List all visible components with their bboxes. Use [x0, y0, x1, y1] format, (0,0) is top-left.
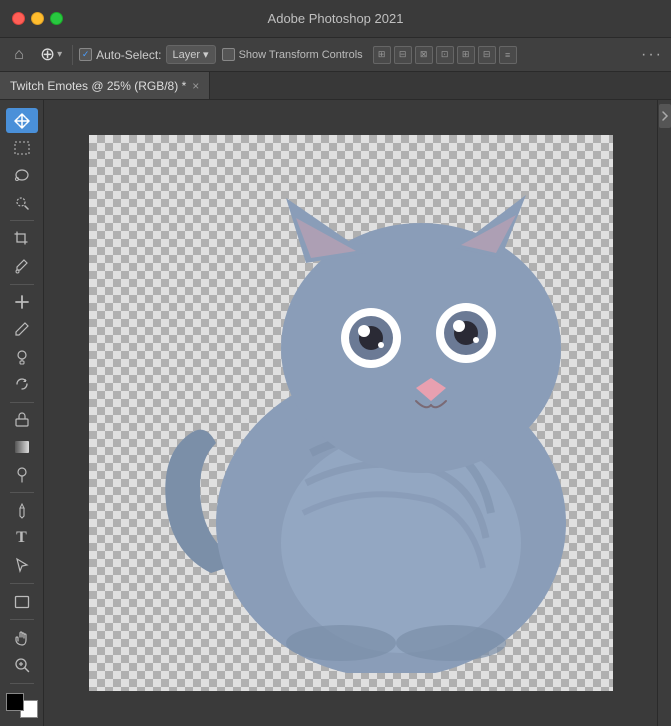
eraser-tool[interactable]: [6, 408, 38, 433]
maximize-button[interactable]: [50, 12, 63, 25]
align-right-icon[interactable]: ⊠: [415, 46, 433, 64]
document-tab[interactable]: Twitch Emotes @ 25% (RGB/8) * ×: [0, 72, 210, 99]
more-options-button[interactable]: ···: [641, 46, 663, 64]
quick-select-tool[interactable]: [6, 190, 38, 215]
close-tab-button[interactable]: ×: [192, 79, 199, 93]
canvas-area: [44, 100, 657, 726]
move-tool-icon: ⊕ ▾: [36, 42, 66, 67]
zoom-tool[interactable]: [6, 653, 38, 678]
transform-controls-group: Show Transform Controls: [222, 48, 363, 61]
transform-checkbox[interactable]: [222, 48, 235, 61]
layer-dropdown[interactable]: Layer ▾: [166, 45, 216, 64]
clone-stamp-tool[interactable]: [6, 344, 38, 369]
document-canvas: [89, 135, 613, 691]
doc-tab-bar: Twitch Emotes @ 25% (RGB/8) * ×: [0, 72, 671, 100]
auto-select-label: Auto-Select:: [96, 48, 161, 62]
lasso-tool[interactable]: [6, 163, 38, 188]
foreground-color-swatch[interactable]: [6, 693, 24, 711]
tool-separator-2: [10, 284, 34, 285]
move-tool[interactable]: [6, 108, 38, 133]
close-button[interactable]: [12, 12, 25, 25]
tool-separator-5: [10, 583, 34, 584]
tool-separator-4: [10, 492, 34, 493]
hand-tool[interactable]: [6, 625, 38, 650]
pen-tool[interactable]: [6, 498, 38, 523]
align-left-icon[interactable]: ⊞: [373, 46, 391, 64]
traffic-lights: [12, 12, 63, 25]
toolbar: T: [0, 100, 44, 726]
transform-label: Show Transform Controls: [239, 49, 363, 61]
eyedropper-tool[interactable]: [6, 253, 38, 278]
align-middle-icon[interactable]: ⊞: [457, 46, 475, 64]
main-area: T: [0, 100, 671, 726]
home-icon[interactable]: ⌂: [8, 44, 30, 66]
path-select-tool[interactable]: [6, 553, 38, 578]
tool-separator-6: [10, 619, 34, 620]
dodge-tool[interactable]: [6, 462, 38, 487]
gradient-tool[interactable]: [6, 435, 38, 460]
align-top-icon[interactable]: ⊡: [436, 46, 454, 64]
auto-select-group: Auto-Select: Layer ▾: [79, 45, 215, 64]
distribute-icon[interactable]: ≡: [499, 46, 517, 64]
auto-select-checkbox[interactable]: [79, 48, 92, 61]
marquee-tool[interactable]: [6, 135, 38, 160]
doc-tab-title: Twitch Emotes @ 25% (RGB/8) *: [10, 79, 186, 93]
color-swatches[interactable]: [6, 693, 38, 718]
tool-separator-7: [10, 683, 34, 684]
title-bar: Adobe Photoshop 2021: [0, 0, 671, 38]
app-title: Adobe Photoshop 2021: [268, 11, 404, 26]
healing-tool[interactable]: [6, 290, 38, 315]
align-icons-group: ⊞ ⊟ ⊠ ⊡ ⊞ ⊟ ≡: [373, 46, 517, 64]
options-bar: ⌂ ⊕ ▾ Auto-Select: Layer ▾ Show Transfor…: [0, 38, 671, 72]
collapse-panel-button[interactable]: [659, 104, 671, 128]
brush-tool[interactable]: [6, 317, 38, 342]
crop-tool[interactable]: [6, 226, 38, 251]
rectangle-tool[interactable]: [6, 589, 38, 614]
type-tool[interactable]: T: [6, 526, 38, 551]
align-center-icon[interactable]: ⊟: [394, 46, 412, 64]
minimize-button[interactable]: [31, 12, 44, 25]
right-panel-collapse: [657, 100, 671, 726]
tool-separator-3: [10, 402, 34, 403]
align-bottom-icon[interactable]: ⊟: [478, 46, 496, 64]
tool-separator-1: [10, 220, 34, 221]
divider-1: [72, 45, 73, 65]
history-brush-tool[interactable]: [6, 371, 38, 396]
canvas-content: [89, 135, 613, 691]
